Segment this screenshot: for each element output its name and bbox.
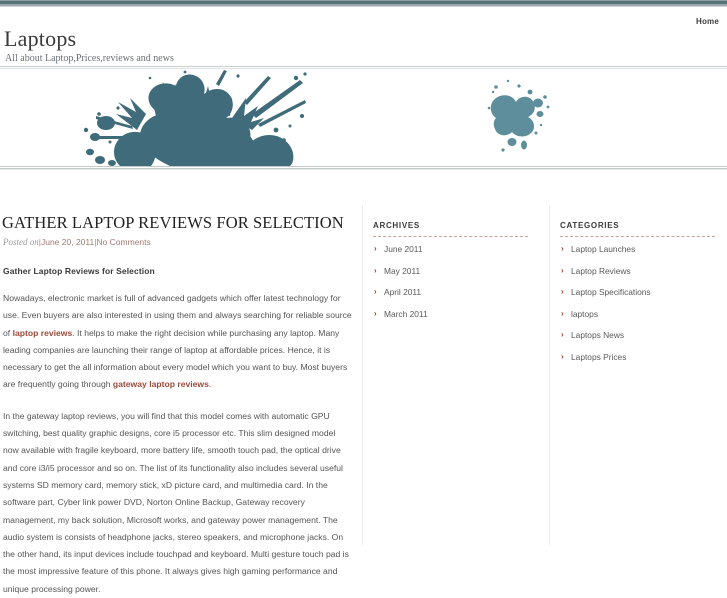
category-link[interactable]: Laptop Reviews [571,266,631,276]
archive-link[interactable]: June 2011 [384,244,423,254]
gateway-laptop-reviews-link[interactable]: gateway laptop reviews [113,379,209,389]
category-link[interactable]: Laptop Specifications [571,287,651,297]
site-branding: Laptops All about Laptop,Prices,reviews … [4,28,174,65]
list-item[interactable]: › Laptops Prices [560,351,720,363]
archive-link[interactable]: March 2011 [384,309,428,319]
column-divider-right [549,205,550,545]
chevron-right-icon: › [561,351,564,361]
column-divider-left [362,205,363,545]
chevron-right-icon: › [374,308,377,318]
archive-link[interactable]: April 2011 [384,287,421,297]
chevron-right-icon: › [374,287,377,296]
chevron-right-icon: › [561,287,564,296]
top-accent-bar [0,0,727,7]
category-link[interactable]: laptops [571,309,598,319]
post-paragraph-2: In the gateway laptop reviews, you will … [3,410,349,594]
archives-list: › June 2011 › May 2011 › April 2011 › Ma… [373,243,533,320]
chevron-right-icon: › [374,265,377,275]
chevron-right-icon: › [561,244,564,253]
list-item[interactable]: › April 2011 [373,286,533,298]
nav-item-home[interactable]: Home [696,17,719,26]
site-title[interactable]: Laptops [4,28,174,50]
chevron-right-icon: › [561,265,564,275]
category-link[interactable]: Laptops Prices [571,352,626,362]
categories-title: Categories [560,221,620,230]
chevron-right-icon: › [561,330,564,339]
banner-image [0,70,727,166]
list-item[interactable]: › June 2011 [373,243,533,255]
post-meta-prefix: Posted on [3,237,39,247]
chevron-right-icon: › [374,244,377,253]
categories-widget: Categories › Laptop Launches › Laptop Re… [560,205,720,372]
paragraph-1-text-c: . [208,379,212,390]
primary-navigation: Home [696,17,719,26]
laptop-reviews-link[interactable]: laptop reviews [13,328,73,338]
archives-widget: Archives › June 2011 › May 2011 › April … [373,205,533,329]
archives-divider [373,236,528,237]
categories-divider [560,236,715,237]
categories-list: › Laptop Launches › Laptop Reviews › Lap… [560,243,720,363]
ink-splatter-graphic [0,70,727,166]
list-item[interactable]: › laptops [560,308,720,320]
post-comments-link[interactable]: No Comments [96,237,150,247]
post-date-link[interactable]: June 20, 2011 [41,237,94,247]
archives-title: Archives [373,221,420,230]
archive-link[interactable]: May 2011 [384,266,420,276]
list-item[interactable]: › March 2011 [373,308,533,320]
main-article-column: Gather Laptop Reviews for Selection Post… [2,205,352,598]
list-item[interactable]: › Laptop Reviews [560,265,720,277]
list-item[interactable]: › Laptops News [560,329,720,341]
list-item[interactable]: › May 2011 [373,265,533,277]
chevron-right-icon: › [561,308,564,318]
category-link[interactable]: Laptop Launches [571,244,635,254]
list-item[interactable]: › Laptop Launches [560,243,720,255]
list-item[interactable]: › Laptop Specifications [560,286,720,298]
category-link[interactable]: Laptops News [571,330,624,340]
post-paragraph-1: Nowadays, electronic market is full of a… [3,290,352,394]
post-meta: Posted on|June 20, 2011|No Comments [3,236,352,248]
site-description: All about Laptop,Prices,reviews and news [5,53,174,64]
page-title[interactable]: Gather Laptop Reviews for Selection [2,213,352,233]
post-subheading: Gather Laptop Reviews for Selection [3,266,155,276]
banner-bottom-divider [0,166,727,171]
page-root: Home Laptops All about Laptop,Prices,rev… [0,0,727,594]
